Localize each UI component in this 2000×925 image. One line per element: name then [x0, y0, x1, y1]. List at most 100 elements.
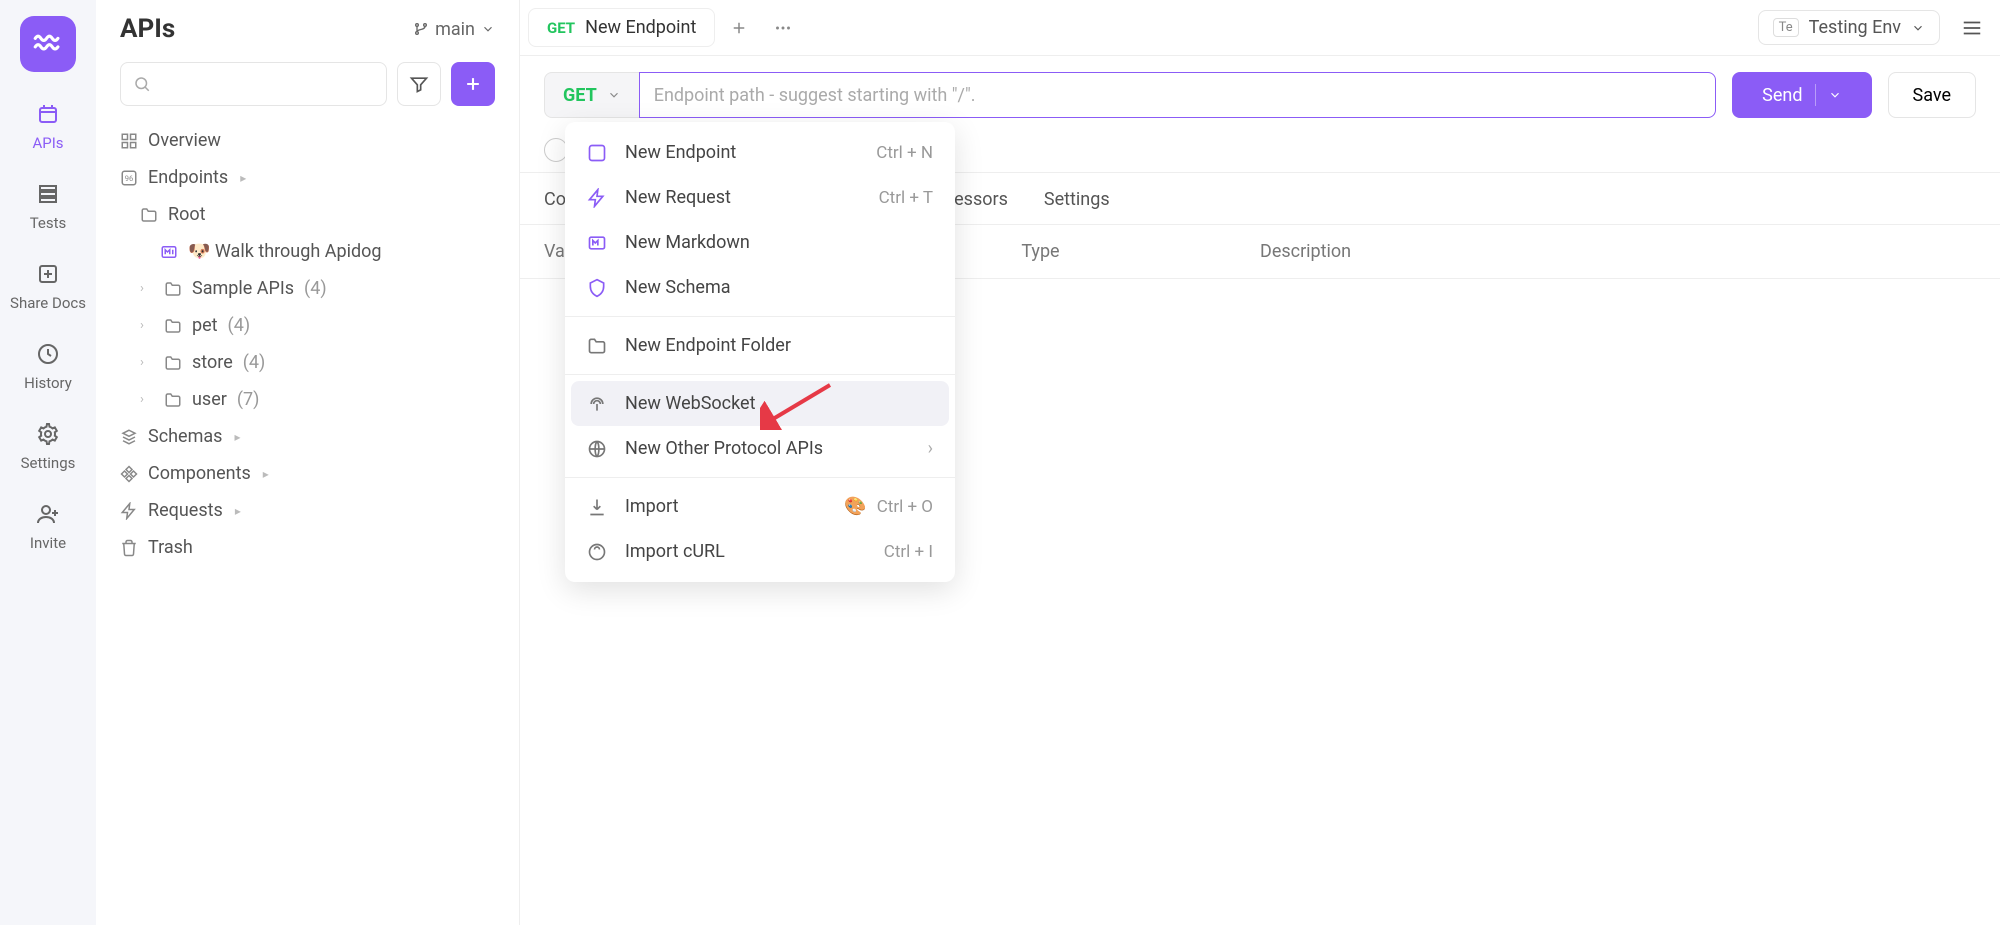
tree-endpoints[interactable]: 96 Endpoints ▸ — [108, 159, 507, 196]
method-selector[interactable]: GET — [544, 72, 639, 118]
branch-icon — [413, 21, 429, 37]
subtab-settings[interactable]: Settings — [1044, 189, 1110, 224]
env-name: Testing Env — [1809, 17, 1901, 38]
rail-apis[interactable]: APIs — [32, 100, 63, 152]
dd-new-other-protocol[interactable]: New Other Protocol APIs › — [565, 426, 955, 471]
endpoint-path-input[interactable] — [639, 72, 1716, 118]
chevron-down-icon — [481, 22, 495, 36]
folder-icon — [164, 391, 182, 409]
tree-schemas[interactable]: Schemas ▸ — [108, 418, 507, 455]
menu-icon — [1961, 17, 1983, 39]
svg-text:96: 96 — [125, 174, 133, 183]
markdown-icon — [160, 243, 178, 261]
dd-new-endpoint[interactable]: New Endpoint Ctrl + N — [565, 130, 955, 175]
folder-icon — [140, 206, 158, 224]
add-button[interactable] — [451, 62, 495, 106]
send-label: Send — [1762, 85, 1802, 106]
search-icon — [133, 75, 151, 93]
rail-settings-label: Settings — [21, 454, 76, 472]
caret-icon: ▸ — [263, 467, 269, 481]
env-selector[interactable]: Te Testing Env — [1758, 10, 1940, 45]
tree-overview-label: Overview — [148, 130, 221, 151]
dd-label: New Markdown — [625, 232, 750, 253]
rail-invite[interactable]: Invite — [30, 500, 66, 552]
chevron-down-icon — [1911, 21, 1925, 35]
chevron-down-icon — [1828, 88, 1842, 102]
schema-icon — [587, 278, 609, 298]
globe-icon — [587, 439, 609, 459]
left-rail: APIs Tests Share Docs History Settings I… — [0, 0, 96, 925]
dd-label: New Schema — [625, 277, 731, 298]
share-icon — [34, 260, 62, 288]
tree-requests-label: Requests — [148, 500, 223, 521]
folder-icon — [164, 317, 182, 335]
new-item-dropdown: New Endpoint Ctrl + N New Request Ctrl +… — [565, 122, 955, 582]
tree-trash[interactable]: Trash — [108, 529, 507, 566]
tree-user-count: (7) — [237, 389, 260, 410]
overview-icon — [120, 132, 138, 150]
rail-tests[interactable]: Tests — [30, 180, 67, 232]
tree-walkthrough[interactable]: 🐶 Walk through Apidog — [108, 233, 507, 270]
rail-history[interactable]: History — [24, 340, 72, 392]
tree-pet[interactable]: › pet (4) — [108, 307, 507, 344]
rail-share[interactable]: Share Docs — [10, 260, 86, 312]
dd-import[interactable]: Import 🎨 Ctrl + O — [565, 484, 955, 529]
invite-icon — [34, 500, 62, 528]
send-button[interactable]: Send — [1732, 72, 1871, 118]
tree-store-count: (4) — [243, 352, 266, 373]
tree-sample-apis[interactable]: › Sample APIs (4) — [108, 270, 507, 307]
plus-icon — [730, 19, 748, 37]
more-icon — [772, 17, 794, 39]
websocket-icon — [587, 394, 609, 414]
endpoint-icon — [587, 143, 609, 163]
tree-user[interactable]: › user (7) — [108, 381, 507, 418]
tree-components-label: Components — [148, 463, 251, 484]
tree-root[interactable]: Root — [108, 196, 507, 233]
rail-share-label: Share Docs — [10, 294, 86, 312]
tab-new-endpoint[interactable]: GET New Endpoint — [528, 8, 715, 47]
rail-tests-label: Tests — [30, 214, 67, 232]
tree-requests[interactable]: Requests ▸ — [108, 492, 507, 529]
save-button[interactable]: Save — [1888, 72, 1977, 118]
dd-label: New Other Protocol APIs — [625, 438, 823, 459]
branch-selector[interactable]: main — [413, 19, 495, 40]
dd-new-request[interactable]: New Request Ctrl + T — [565, 175, 955, 220]
trash-icon — [120, 539, 138, 557]
requests-icon — [120, 502, 138, 520]
menu-button[interactable] — [1952, 8, 1992, 48]
components-icon — [120, 465, 138, 483]
rail-apis-label: APIs — [32, 134, 63, 152]
env-badge: Te — [1773, 18, 1799, 37]
filter-icon — [409, 74, 429, 94]
dd-new-websocket[interactable]: New WebSocket — [571, 381, 949, 426]
dd-import-curl[interactable]: Import cURL Ctrl + I — [565, 529, 955, 574]
dd-new-schema[interactable]: New Schema — [565, 265, 955, 310]
search-input[interactable] — [120, 62, 387, 106]
tree-overview[interactable]: Overview — [108, 122, 507, 159]
tab-more-button[interactable] — [763, 8, 803, 48]
request-icon — [587, 188, 609, 208]
th-description: Description — [1260, 241, 1976, 262]
dd-label: New Endpoint — [625, 142, 736, 163]
chevron-right-icon: › — [140, 355, 154, 370]
dd-new-markdown[interactable]: New Markdown — [565, 220, 955, 265]
tree: Overview 96 Endpoints ▸ Root 🐶 Walk thro… — [96, 118, 519, 925]
branch-name: main — [435, 19, 475, 40]
separator — [565, 477, 955, 478]
dd-new-folder[interactable]: New Endpoint Folder — [565, 323, 955, 368]
import-icon — [587, 497, 609, 517]
rail-settings[interactable]: Settings — [21, 420, 76, 472]
tree-store[interactable]: › store (4) — [108, 344, 507, 381]
dd-label: Import — [625, 496, 678, 517]
sidebar: APIs main Overview 96 Endpoints ▸ Roo — [96, 0, 520, 925]
tree-schemas-label: Schemas — [148, 426, 222, 447]
tree-components[interactable]: Components ▸ — [108, 455, 507, 492]
tab-add-button[interactable] — [719, 8, 759, 48]
separator — [565, 316, 955, 317]
tree-sample-label: Sample APIs — [192, 278, 294, 299]
dd-label: New WebSocket — [625, 393, 755, 414]
th-type: Type — [1021, 241, 1260, 262]
filter-button[interactable] — [397, 62, 441, 106]
history-icon — [34, 340, 62, 368]
folder-icon — [164, 280, 182, 298]
